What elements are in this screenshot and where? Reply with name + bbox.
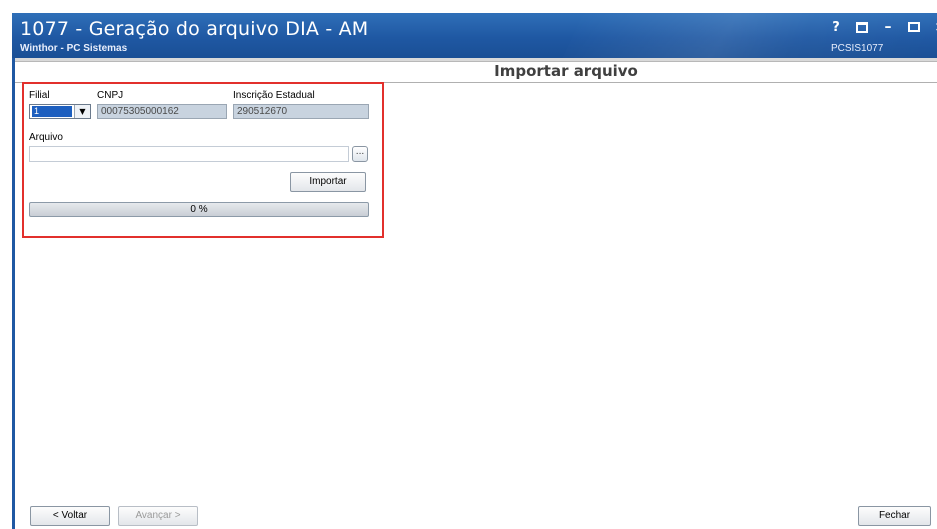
arquivo-label: Arquivo (29, 132, 63, 143)
import-button[interactable]: Importar (290, 172, 366, 192)
arquivo-input[interactable] (29, 146, 349, 162)
page-title: Importar arquivo (494, 62, 638, 80)
window-title: 1077 - Geração do arquivo DIA - AM (20, 18, 369, 40)
back-button[interactable]: < Voltar (30, 506, 110, 526)
progress-bar: 0 % (29, 202, 369, 217)
restore-icon[interactable] (856, 21, 868, 33)
next-button[interactable]: Avançar > (118, 506, 198, 526)
window-controls: ? – × (830, 17, 937, 37)
window-left-border (12, 58, 15, 529)
chevron-down-icon[interactable]: ▼ (74, 105, 90, 118)
cnpj-label: CNPJ (97, 90, 124, 101)
filial-label: Filial (29, 90, 50, 101)
help-icon[interactable]: ? (830, 20, 842, 35)
cnpj-field[interactable]: 00075305000162 (97, 104, 227, 119)
title-bar: 1077 - Geração do arquivo DIA - AM Winth… (12, 13, 937, 58)
maximize-icon[interactable] (908, 22, 920, 32)
progress-text: 0 % (190, 204, 208, 215)
close-button[interactable]: Fechar (858, 506, 931, 526)
window-subtitle: Winthor - PC Sistemas (20, 43, 128, 54)
filial-selected-value: 1 (32, 106, 72, 117)
minimize-icon[interactable]: – (882, 19, 894, 35)
filial-select[interactable]: 1 ▼ (29, 104, 91, 119)
ie-label: Inscrição Estadual (233, 90, 315, 101)
ie-field[interactable]: 290512670 (233, 104, 369, 119)
browse-button[interactable]: ... (352, 146, 368, 162)
routine-code: PCSIS1077 (831, 43, 884, 54)
